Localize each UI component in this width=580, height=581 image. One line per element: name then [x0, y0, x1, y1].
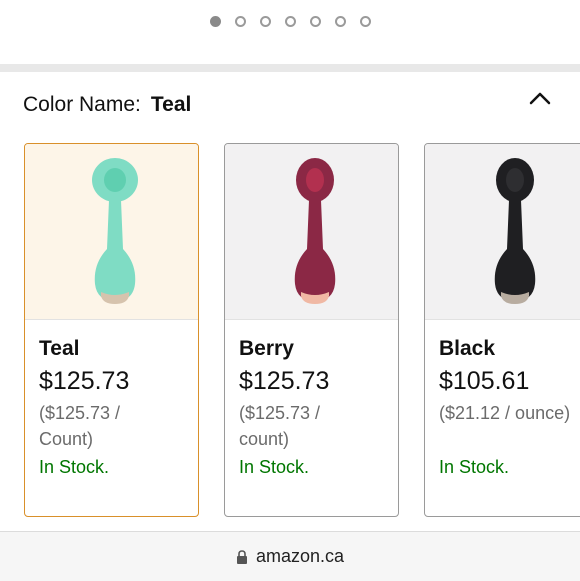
- option-unit-price: ($125.73 /Count): [39, 403, 121, 449]
- color-name-label: Color Name:: [23, 93, 141, 116]
- carousel-dot[interactable]: [284, 16, 296, 27]
- carousel-dots: [0, 16, 580, 27]
- carousel-dot[interactable]: [234, 16, 246, 27]
- color-option-black[interactable]: Black $105.61 ($21.12 / ounce) In Stock.: [424, 143, 580, 517]
- product-image: [225, 144, 398, 320]
- selected-color-name: Teal: [150, 93, 192, 116]
- carousel-dot[interactable]: [259, 16, 271, 27]
- product-image: [25, 144, 198, 320]
- carousel-dot[interactable]: [309, 16, 321, 27]
- color-name-row: Color Name: Teal: [23, 92, 553, 118]
- carousel-dot[interactable]: [359, 16, 371, 27]
- option-price: $125.73: [39, 367, 130, 395]
- cleansing-brush-image: [92, 158, 138, 304]
- cleansing-brush-image: [294, 158, 336, 304]
- option-stock-status: In Stock.: [239, 457, 310, 477]
- product-image: [425, 144, 580, 320]
- option-name: Berry: [239, 337, 294, 360]
- address-bar[interactable]: amazon.ca: [0, 531, 580, 581]
- option-stock-status: In Stock.: [439, 457, 510, 477]
- carousel-dot[interactable]: [209, 16, 221, 27]
- section-divider: [0, 64, 580, 72]
- color-option-berry[interactable]: Berry $125.73 ($125.73 /count) In Stock.: [224, 143, 399, 517]
- color-option-teal[interactable]: Teal $125.73 ($125.73 /Count) In Stock.: [24, 143, 199, 517]
- option-unit-price: ($125.73 /count): [239, 403, 321, 449]
- lock-icon: [236, 549, 247, 564]
- url-text: amazon.ca: [255, 546, 345, 566]
- chevron-up-icon[interactable]: [528, 86, 552, 110]
- option-name: Teal: [39, 337, 80, 360]
- option-stock-status: In Stock.: [39, 457, 110, 477]
- carousel-dot[interactable]: [334, 16, 346, 27]
- option-price: $105.61: [439, 367, 530, 395]
- cleansing-brush-image: [494, 158, 536, 304]
- option-price: $125.73: [239, 367, 330, 395]
- option-unit-price: ($21.12 / ounce): [439, 403, 571, 423]
- option-name: Black: [439, 337, 496, 360]
